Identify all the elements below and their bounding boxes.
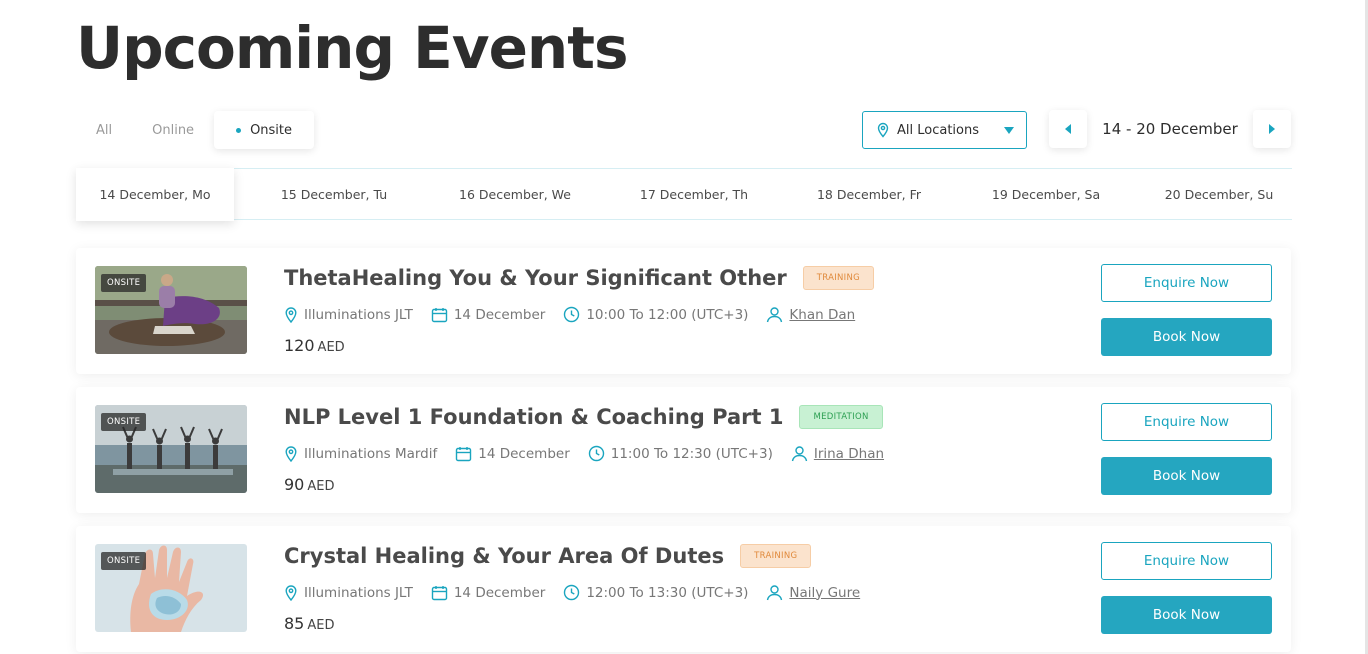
event-card: ONSITE Crystal Healing & Your Area Of Du…: [76, 526, 1291, 652]
event-date-text: 14 December: [478, 445, 570, 462]
event-price-amount: 120: [284, 336, 315, 355]
book-now-button[interactable]: Book Now: [1101, 457, 1272, 495]
event-time-text: 10:00 To 12:00 (UTC+3): [586, 306, 749, 323]
event-type-filter: All Online Onsite: [76, 111, 315, 149]
filter-tab-onsite[interactable]: Onsite: [214, 111, 315, 149]
day-tab[interactable]: 20 December, Su: [1146, 169, 1292, 219]
day-tab[interactable]: 15 December, Tu: [234, 169, 434, 219]
event-card: ONSITE NLP Level 1 Foundation & Coaching…: [76, 387, 1291, 513]
clock-icon: [588, 445, 604, 462]
day-selector: 14 December, Mo 15 December, Tu 16 Decem…: [76, 168, 1292, 221]
location-dropdown[interactable]: All Locations: [862, 111, 1027, 149]
enquire-now-button[interactable]: Enquire Now: [1101, 542, 1272, 580]
event-time: 10:00 To 12:00 (UTC+3): [563, 306, 748, 323]
calendar-icon: [456, 446, 472, 461]
day-tab[interactable]: 19 December, Sa: [946, 169, 1146, 219]
user-icon: [767, 307, 783, 323]
event-image: ONSITE: [95, 544, 247, 632]
event-host-link[interactable]: Irina Dhan: [814, 446, 884, 462]
map-pin-icon: [285, 306, 297, 323]
event-date: 14 December: [455, 445, 570, 462]
event-image: ONSITE: [95, 405, 247, 493]
event-date: 14 December: [431, 307, 545, 323]
event-date-text: 14 December: [453, 306, 546, 323]
event-price: 120 AED: [284, 336, 345, 355]
active-dot-icon: [236, 127, 242, 133]
filter-tab-online[interactable]: Online: [132, 111, 214, 149]
arrow-left-icon: [1065, 124, 1071, 134]
enquire-now-button[interactable]: Enquire Now: [1101, 403, 1272, 441]
event-location-text: Illuminations JLT: [304, 306, 413, 323]
caret-down-icon: [1004, 126, 1014, 134]
event-price-currency: AED: [307, 479, 335, 494]
event-image: ONSITE: [95, 266, 247, 354]
event-price-currency: AED: [307, 618, 335, 633]
event-title[interactable]: NLP Level 1 Foundation & Coaching Part 1: [284, 405, 783, 429]
event-host[interactable]: Khan Dan: [766, 306, 855, 323]
day-tab[interactable]: 18 December, Fr: [792, 169, 946, 219]
event-date: 14 December: [431, 585, 545, 601]
next-week-button[interactable]: [1253, 110, 1291, 148]
week-navigator: 14 - 20 December: [1049, 110, 1291, 148]
map-pin-icon: [877, 122, 889, 138]
event-host-link[interactable]: Khan Dan: [789, 307, 855, 323]
event-time: 11:00 To 12:30 (UTC+3): [588, 445, 773, 462]
page-title: Upcoming Events: [76, 14, 628, 82]
user-icon: [767, 585, 783, 601]
event-host[interactable]: Irina Dhan: [791, 445, 884, 462]
arrow-right-icon: [1269, 124, 1275, 134]
category-tag: MEDITATION: [799, 405, 883, 429]
calendar-icon: [431, 307, 448, 322]
calendar-icon: [431, 585, 448, 600]
week-range-label: 14 - 20 December: [1102, 120, 1238, 138]
book-now-button[interactable]: Book Now: [1101, 596, 1272, 634]
event-date-text: 14 December: [453, 584, 546, 601]
filter-tab-all[interactable]: All: [76, 111, 132, 149]
enquire-now-button[interactable]: Enquire Now: [1101, 264, 1272, 302]
event-price: 90 AED: [284, 475, 334, 494]
clock-icon: [564, 584, 580, 601]
onsite-badge: ONSITE: [101, 413, 147, 431]
filter-tab-onsite-label: Onsite: [250, 122, 293, 138]
event-price-amount: 85: [284, 614, 305, 633]
event-price: 85 AED: [284, 614, 334, 633]
user-icon: [791, 446, 808, 462]
event-location: Illuminations Mardif: [284, 446, 437, 462]
event-price-currency: AED: [317, 340, 345, 355]
category-tag: TRAINING: [740, 544, 812, 568]
event-time-text: 11:00 To 12:30 (UTC+3): [610, 445, 773, 462]
onsite-badge: ONSITE: [101, 274, 147, 292]
event-host-link[interactable]: Naily Gure: [789, 585, 860, 601]
event-time-text: 12:00 To 13:30 (UTC+3): [586, 584, 749, 601]
event-time: 12:00 To 13:30 (UTC+3): [563, 584, 748, 601]
location-dropdown-label: All Locations: [897, 122, 980, 138]
map-pin-icon: [285, 584, 297, 601]
day-tab[interactable]: 14 December, Mo: [76, 168, 234, 221]
book-now-button[interactable]: Book Now: [1101, 318, 1272, 356]
event-location: Illuminations JLT: [284, 307, 413, 323]
previous-week-button[interactable]: [1049, 110, 1087, 148]
event-location-text: Illuminations JLT: [304, 584, 413, 601]
map-pin-icon: [285, 445, 297, 462]
clock-icon: [564, 306, 580, 323]
category-tag: TRAINING: [802, 266, 875, 290]
day-tab[interactable]: 16 December, We: [434, 169, 596, 219]
onsite-badge: ONSITE: [101, 552, 147, 570]
event-title[interactable]: Crystal Healing & Your Area Of Dutes: [284, 544, 724, 568]
event-host[interactable]: Naily Gure: [766, 584, 860, 601]
event-location: Illuminations JLT: [284, 585, 413, 601]
event-title[interactable]: ThetaHealing You & Your Significant Othe…: [284, 266, 787, 290]
event-card: ONSITE ThetaHealing You & Your Significa…: [76, 248, 1291, 374]
event-location-text: Illuminations Mardif: [304, 445, 438, 462]
day-tab[interactable]: 17 December, Th: [596, 169, 792, 219]
event-price-amount: 90: [284, 475, 305, 494]
